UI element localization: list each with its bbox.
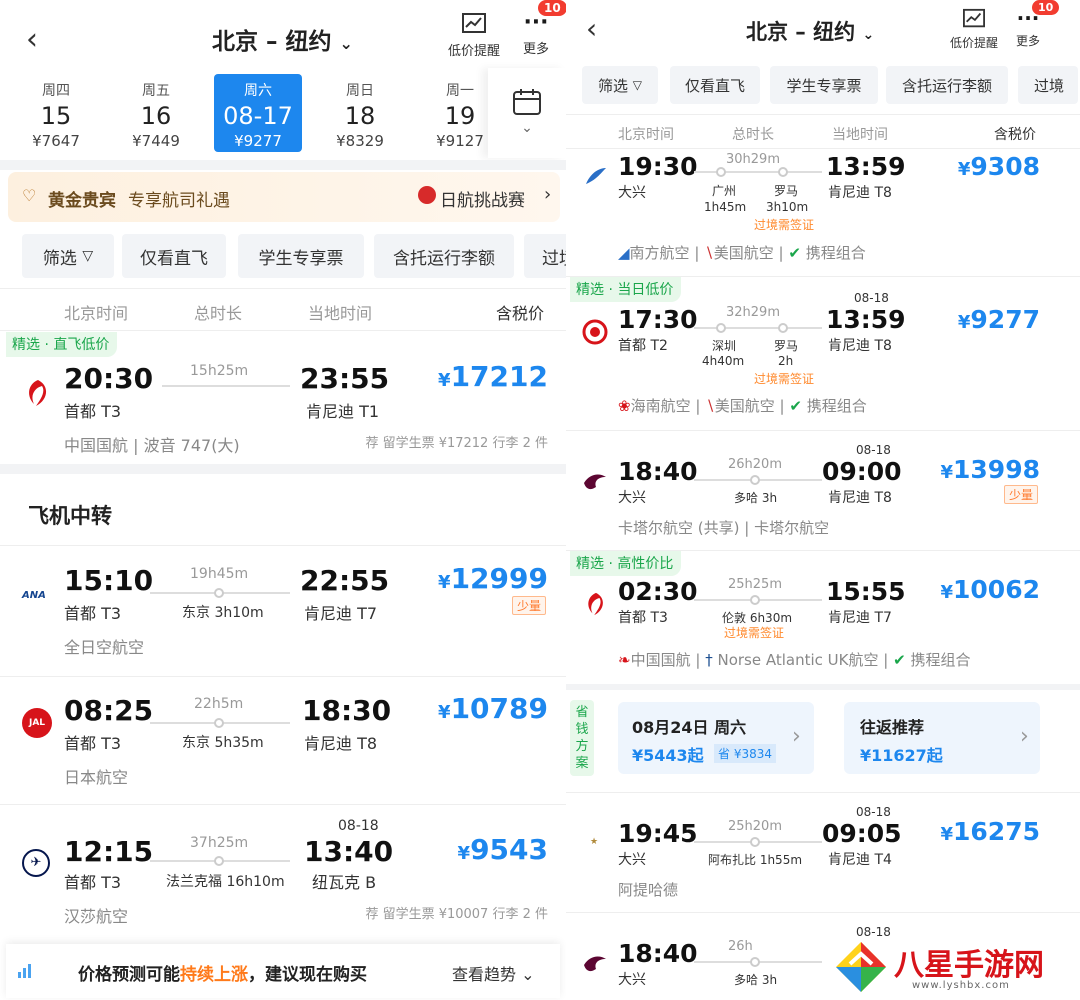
qatar-airways-logo-icon	[584, 956, 606, 972]
flight-row[interactable]: ANA 15:10 首都 T3 19h45m 东京 3h10m 22:55 肯尼…	[0, 546, 566, 674]
vip-banner[interactable]: ♡ 黄金贵宾 专享航司礼遇 日航挑战赛 ›	[8, 172, 560, 222]
date-cell[interactable]: 周日 18 ¥8329	[310, 74, 410, 152]
flight-row[interactable]: JAL 08:25 首都 T3 22h5m 东京 5h35m 18:30 肯尼迪…	[0, 676, 566, 804]
check-icon: ✔	[788, 244, 801, 262]
chart-alert-icon	[462, 13, 486, 33]
right-screen: ‹ 北京 – 纽约 ⌄ 低价提醒 ··· 更多 10 筛选 ▽ 仅看直飞 学生专…	[566, 0, 1080, 1000]
air-china-logo-icon: ❧	[618, 651, 631, 669]
funnel-icon: ▽	[82, 248, 94, 264]
direct-only-chip[interactable]: 仅看直飞	[122, 234, 226, 278]
trend-chart-icon	[18, 964, 31, 978]
date-cell[interactable]: 周四 15 ¥7647	[6, 74, 106, 152]
jal-logo-icon: JAL	[22, 708, 52, 738]
watermark: 八星手游网 www.lyshbx.com	[828, 936, 1080, 1000]
jal-logo-icon	[418, 186, 436, 204]
transit-chip[interactable]: 过境	[524, 234, 566, 278]
promo-link[interactable]: 日航挑战赛	[440, 186, 525, 211]
flight-row[interactable]: 19:30 大兴 30h29m 广州 1h45m 罗马 3h10m 过境需签证 …	[566, 148, 1080, 274]
student-chip[interactable]: 学生专享票	[770, 66, 878, 104]
chart-alert-icon	[963, 8, 985, 28]
flight-row[interactable]: 08-18 18:40 大兴 26h20m 多哈 3h 09:00 肯尼迪 T8…	[566, 431, 1080, 549]
back-icon[interactable]: ‹	[26, 22, 38, 57]
baggage-chip[interactable]: 含托运行李额	[374, 234, 514, 278]
transit-chip[interactable]: 过境	[1018, 66, 1078, 104]
filter-button[interactable]: 筛选 ▽	[22, 234, 114, 278]
chevron-right-icon: ›	[792, 724, 801, 749]
chevron-down-icon: ⌄	[339, 34, 353, 53]
savings-section: 省钱方案 08月24日 周六 ¥5443起 省 ¥3834 › 往返推荐 ¥11…	[566, 690, 1080, 790]
air-china-logo-icon	[29, 380, 47, 406]
ana-logo-icon: ANA	[22, 590, 46, 601]
chevron-right-icon: ›	[1020, 724, 1029, 749]
etihad-logo-icon: ★	[589, 837, 599, 847]
american-airlines-logo-icon: ∖	[704, 244, 714, 262]
calendar-icon	[513, 89, 541, 115]
route-title[interactable]: 北京 – 纽约 ⌄	[746, 16, 874, 46]
china-southern-logo-icon: ◢	[618, 244, 630, 262]
notification-badge: 10	[538, 0, 566, 16]
view-trend-link[interactable]: 查看趋势 ⌄	[452, 961, 535, 985]
funnel-icon: ▽	[632, 78, 643, 92]
flight-row-direct[interactable]: 精选 · 直飞低价 20:30 首都 T3 15h25m 23:55 肯尼迪 T…	[0, 330, 566, 460]
alt-date-card[interactable]: 08月24日 周六 ¥5443起 省 ¥3834 ›	[618, 702, 814, 774]
flight-row[interactable]: ✈ 12:15 首都 T3 37h25m 法兰克福 16h10m 08-18 1…	[0, 805, 566, 939]
section-title: 飞机中转	[28, 504, 112, 528]
chevron-down-icon: ⌄	[521, 965, 535, 984]
student-chip[interactable]: 学生专享票	[238, 234, 364, 278]
watermark-logo-icon	[836, 942, 886, 992]
price: ¥17212	[438, 360, 548, 393]
hainan-airlines-logo-icon: ❀	[618, 397, 631, 415]
diamond-icon: ♡	[22, 186, 37, 205]
date-cell-selected[interactable]: 周六 08-17 ¥9277	[214, 74, 302, 152]
route-title[interactable]: 北京 – 纽约 ⌄	[212, 22, 353, 56]
round-trip-card[interactable]: 往返推荐 ¥11627起 ›	[844, 702, 1040, 774]
flight-row[interactable]: 精选 · 高性价比 02:30 首都 T3 25h25m 伦敦 6h30m 过境…	[566, 551, 1080, 681]
lufthansa-logo-icon: ✈	[22, 849, 50, 877]
back-icon[interactable]: ‹	[586, 12, 597, 45]
more-button[interactable]: ··· 更多	[514, 12, 558, 58]
check-icon: ✔	[893, 651, 906, 669]
hainan-airlines-logo-icon	[582, 319, 608, 345]
check-icon: ✔	[789, 397, 802, 415]
china-southern-logo-icon	[586, 168, 606, 184]
direct-only-chip[interactable]: 仅看直飞	[670, 66, 760, 104]
price-alert-button[interactable]: 低价提醒	[444, 12, 504, 59]
flight-row[interactable]: 精选 · 当日低价 08-18 17:30 首都 T2 32h29m 深圳 4h…	[566, 277, 1080, 427]
notification-badge: 10	[1032, 0, 1060, 15]
chevron-right-icon: ›	[544, 184, 552, 205]
baggage-chip[interactable]: 含托运行李额	[886, 66, 1008, 104]
flight-row[interactable]: ★ 08-18 19:45 大兴 25h20m 阿布扎比 1h55m 09:05…	[566, 793, 1080, 911]
qatar-airways-logo-icon	[584, 474, 606, 490]
air-china-logo-icon	[588, 592, 603, 616]
filter-button[interactable]: 筛选 ▽	[582, 66, 658, 104]
calendar-button[interactable]: ⌄	[488, 68, 566, 158]
chevron-down-icon: ⌄	[521, 120, 533, 136]
norse-logo-icon: †	[705, 651, 713, 669]
left-screen: ‹ 北京 – 纽约 ⌄ 低价提醒 ··· 更多 10 周四 15 ¥7647 周五 1…	[0, 0, 566, 1000]
american-airlines-logo-icon: ∖	[705, 397, 715, 415]
date-cell[interactable]: 周五 16 ¥7449	[106, 74, 206, 152]
chevron-down-icon: ⌄	[862, 27, 875, 43]
price-forecast-bar[interactable]: 价格预测可能持续上涨，建议现在购买 查看趋势 ⌄	[6, 944, 560, 998]
price-alert-button[interactable]: 低价提醒	[946, 8, 1002, 51]
